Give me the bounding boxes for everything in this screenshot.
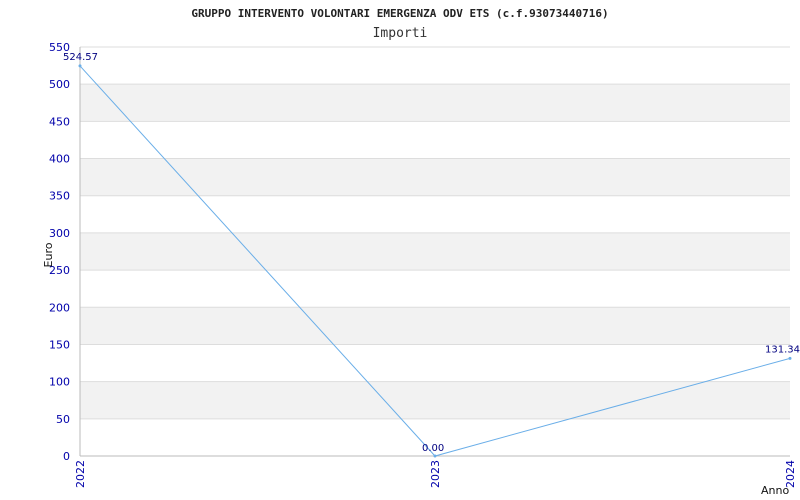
grid-band	[80, 84, 790, 122]
y-tick-label: 350	[49, 190, 70, 203]
y-tick-label: 500	[49, 78, 70, 91]
y-axis-label: Euro	[42, 242, 55, 267]
y-tick-label: 400	[49, 153, 70, 166]
data-label: 131.34	[765, 344, 800, 355]
grid-band	[80, 307, 790, 345]
chart-title: GRUPPO INTERVENTO VOLONTARI EMERGENZA OD…	[191, 7, 608, 20]
y-tick-label: 300	[49, 227, 70, 240]
data-label: 524.57	[63, 52, 98, 63]
y-tick-label: 0	[63, 450, 70, 463]
x-tick-label: 2022	[74, 460, 87, 488]
grid-bands	[80, 84, 790, 419]
data-label: 0.00	[422, 443, 444, 454]
chart: 050100150200250300350400450500550 2022 20…	[42, 7, 800, 497]
x-axis-label: Anno	[761, 484, 789, 497]
data-point	[788, 356, 792, 360]
y-tick-label: 50	[56, 413, 70, 426]
y-tick-label: 100	[49, 376, 70, 389]
data-point	[433, 454, 437, 458]
grid-band	[80, 158, 790, 196]
grid-band	[80, 232, 790, 271]
y-tick-label: 450	[49, 115, 70, 128]
y-tick-label: 200	[49, 301, 70, 314]
chart-subtitle: Importi	[373, 26, 428, 41]
y-tick-label: 150	[49, 338, 70, 351]
x-tick-label: 2023	[429, 460, 442, 488]
data-point	[78, 64, 82, 68]
x-ticks: 2022 2023 2024	[74, 460, 797, 488]
